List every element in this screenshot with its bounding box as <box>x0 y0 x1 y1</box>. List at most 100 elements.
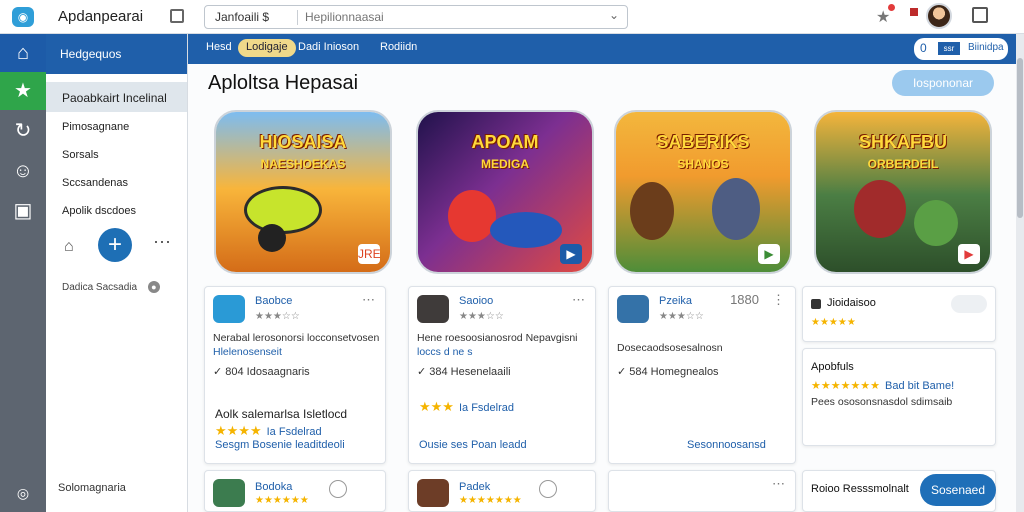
home-icon[interactable]: ⌂ <box>0 34 46 72</box>
tile-title: SHKAFBU <box>859 132 947 152</box>
chat-icon[interactable]: ☺ <box>0 152 46 190</box>
subnav-item[interactable]: Rodiidn <box>380 41 417 57</box>
more-icon[interactable]: ⋯ <box>772 476 785 492</box>
subnav-badge: ssr <box>938 42 960 55</box>
card-action-chip[interactable] <box>951 295 987 313</box>
card-stars: ★★★☆☆ <box>659 311 704 322</box>
globe-logo-icon: ◉ <box>12 7 34 27</box>
card-meta: ✓ 584 Homegnealos <box>617 366 719 378</box>
sidebar-user[interactable]: Dadica Sacsadia ● <box>46 278 187 302</box>
card-rating-text: Bad bit Bame! <box>885 380 955 392</box>
card-title[interactable]: Baobce <box>255 295 292 307</box>
floating-action-button[interactable]: Sosenaed <box>920 474 996 506</box>
card-stars: ★★★★★★★ <box>459 495 522 506</box>
search-input[interactable] <box>305 8 605 26</box>
app-card[interactable]: Padek ★★★★★★★ <box>408 470 596 512</box>
app-card[interactable]: Jioidaisoo ★★★★★ <box>802 286 996 342</box>
app-card[interactable]: Baobce ★★★☆☆ ⋯ Nerabal lerosonorsi locco… <box>204 286 386 464</box>
card-subtitle[interactable]: Aolk salemarlsa Isletlocd <box>215 407 347 421</box>
card-description-link[interactable]: Hlelenosenseit <box>213 346 282 358</box>
edit-icon[interactable] <box>972 7 988 23</box>
more-icon[interactable]: ⋯ <box>362 292 375 308</box>
user-avatar[interactable] <box>926 3 952 29</box>
refresh-icon[interactable] <box>329 480 347 498</box>
main-content: Aploltsa Hepasai Iospononar HIOSAISA NAE… <box>188 64 1016 512</box>
sidebar-header[interactable]: Hedgequos <box>46 34 187 74</box>
card-stars: ★★★★★ <box>811 317 856 328</box>
card-stars: ★★★★★★★ <box>811 380 881 392</box>
app-tile[interactable]: APOAM MEDIGA ▶ <box>416 110 594 274</box>
window-icon[interactable] <box>170 9 184 23</box>
tile-subtitle: ORBERDEIL <box>867 157 939 171</box>
sidebar: Hedgequos Paoabkairt Incelinal Pimosagna… <box>46 34 188 512</box>
app-card[interactable]: ⋯ <box>608 470 796 512</box>
search-divider <box>297 10 298 25</box>
new-button[interactable]: Iospononar <box>892 70 994 96</box>
scroll-thumb[interactable] <box>1017 58 1023 218</box>
card-title[interactable]: Pzeika <box>659 295 692 307</box>
add-button[interactable]: + <box>98 228 132 262</box>
user-status-icon: ● <box>147 281 160 293</box>
chevron-down-icon[interactable]: ⌄ <box>609 8 619 22</box>
tile-badge: ▶ <box>560 244 582 264</box>
tile-badge: ▶ <box>958 244 980 264</box>
refresh-icon[interactable] <box>539 480 557 498</box>
rating-chip: 1880 <box>730 292 759 307</box>
star-icon[interactable]: ★ <box>0 72 46 110</box>
card-title[interactable]: Saoioo <box>459 295 493 307</box>
card-description: Hene roesoosianosrod Nepavgisni loccs d … <box>417 331 597 359</box>
window-icon[interactable]: ▣ <box>0 192 46 230</box>
app-card[interactable]: Saoioo ★★★☆☆ ⋯ Hene roesoosianosrod Nepa… <box>408 286 596 464</box>
top-bar: ◉ Apdanpearai Janfoaili $ ⌄ ★ <box>0 0 1024 34</box>
refresh-icon[interactable]: ↻ <box>0 112 46 150</box>
card-description: Pees ososonsnasdol sdimsaib <box>811 396 953 408</box>
app-title: Apdanpearai <box>58 8 144 25</box>
notification-badge <box>910 8 918 16</box>
more-icon[interactable]: ⋯ <box>572 292 585 308</box>
subnav-home[interactable]: Hesd <box>206 41 232 57</box>
card-link[interactable]: Sesonnoosansd <box>687 439 766 451</box>
tile-title: APOAM <box>471 132 539 152</box>
card-title[interactable]: Bodoka <box>255 481 292 493</box>
subnav-right-control[interactable]: 0 ssr Biinidpa <box>914 38 1008 60</box>
user-badge-icon[interactable]: ◎ <box>0 474 46 512</box>
more-icon[interactable]: ⋮ <box>772 292 785 308</box>
app-tile[interactable]: SABERIKS SHANOS ▶ <box>614 110 792 274</box>
sidebar-item[interactable]: Sorsals <box>46 140 187 168</box>
card-rating: ★★★★★★★ Bad bit Bame! <box>811 377 954 392</box>
app-card[interactable]: Apobfuls ★★★★★★★ Bad bit Bame! Pees ososo… <box>802 348 996 446</box>
card-title[interactable]: Jioidaisoo <box>827 297 876 309</box>
vertical-scrollbar[interactable] <box>1016 34 1024 512</box>
card-title[interactable]: Apobfuls <box>811 361 854 373</box>
card-link[interactable]: Ousie ses Poan leadd <box>419 439 527 451</box>
app-card[interactable]: Pzeika ★★★☆☆ 1880 ⋮ Dosecaodsosesalnosn … <box>608 286 796 464</box>
card-title[interactable]: Roioo Resssmolnalt <box>811 483 909 495</box>
card-thumbnail <box>811 299 821 309</box>
app-tile[interactable]: HIOSAISA NAESHOEKAS JRE <box>214 110 392 274</box>
search-scope[interactable]: Janfoaili $ <box>215 10 269 24</box>
subnav-pill[interactable]: Lodigaje <box>238 39 296 57</box>
sidebar-footer[interactable]: Solomagnaria <box>58 482 126 494</box>
tile-subtitle: SHANOS <box>677 157 729 171</box>
sidebar-item[interactable]: Pimosagnane <box>46 112 187 140</box>
search-bar[interactable]: Janfoaili $ ⌄ <box>204 5 628 29</box>
card-description-link[interactable]: loccs d ne s <box>417 346 472 358</box>
sidebar-item[interactable]: Apolik dscdoes <box>46 196 187 224</box>
left-rail: ⌂ ★ ↻ ☺ ▣ ◎ <box>0 34 46 512</box>
sub-navigation: Hesd Lodigaje Dadi Inioson Rodiidn 0 ssr… <box>188 34 1016 64</box>
card-rating-text: Ia Fsdelrad <box>458 402 514 414</box>
tile-badge: JRE <box>358 244 381 264</box>
tile-title: HIOSAISA <box>259 132 347 152</box>
card-meta: ✓ 804 Idosaagnaris <box>213 366 310 378</box>
app-card[interactable]: Bodoka ★★★★★★ <box>204 470 386 512</box>
app-tile[interactable]: SHKAFBU ORBERDEIL ▶ <box>814 110 992 274</box>
subnav-item[interactable]: Dadi Inioson <box>298 41 359 57</box>
card-title[interactable]: Padek <box>459 481 490 493</box>
notification-dot <box>888 4 895 11</box>
sidebar-item-active[interactable]: Paoabkairt Incelinal <box>46 82 187 112</box>
sidebar-item[interactable]: Sccsandenas <box>46 168 187 196</box>
card-link[interactable]: Sesgm Bosenie leaditdeoli <box>215 439 345 451</box>
home-small-icon[interactable]: ⌂ <box>64 238 74 256</box>
card-stars: ★★★☆☆ <box>255 311 300 322</box>
more-icon[interactable]: ⋯ <box>153 232 171 253</box>
